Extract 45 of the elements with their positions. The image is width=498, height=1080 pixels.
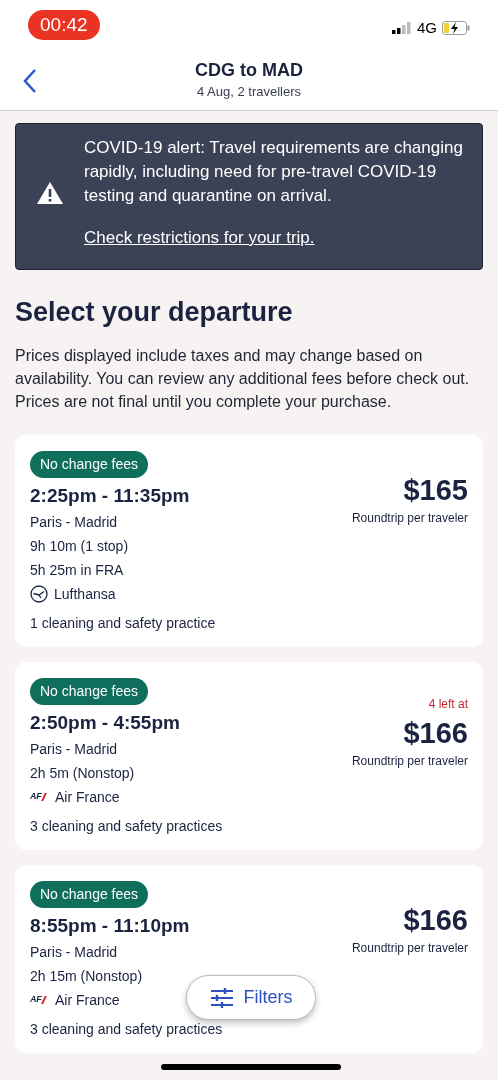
clock-pill: 00:42 [28, 9, 100, 41]
price-note: Roundtrip per traveler [351, 509, 468, 527]
header-subtitle: 4 Aug, 2 travellers [196, 83, 302, 102]
airline-logo: AF [30, 790, 49, 804]
safety-practices: 3 cleaning and safety practices [30, 1019, 223, 1039]
battery-charging-icon [442, 21, 470, 35]
flight-duration: 9h 10m (1 stop) [30, 536, 129, 556]
no-change-fees-badge: No change fees [30, 880, 149, 908]
flight-card[interactable]: No change fees 2:50pm - 4:55pm Paris - Madrid 2h 5m (Nonstop) AF Air France 3 cleaning and safety practices 4 left at $166 Roundtrip per traveler [15, 661, 483, 850]
filters-button[interactable]: Filters [186, 975, 316, 1020]
flight-price: $166 [403, 715, 468, 750]
airline-name: Air France [55, 990, 120, 1010]
flight-route: Paris - Madrid [30, 942, 118, 962]
airline-name: Lufthansa [54, 584, 116, 604]
safety-practices: 3 cleaning and safety practices [30, 816, 223, 836]
signal-icon [392, 22, 412, 34]
no-change-fees-badge: No change fees [30, 677, 149, 705]
flight-duration: 2h 5m (Nonstop) [30, 763, 135, 783]
flight-times: 8:55pm - 11:10pm [30, 913, 190, 938]
price-note: Roundtrip per traveler [351, 939, 468, 957]
sliders-icon [209, 987, 234, 1008]
flight-duration: 2h 15m (Nonstop) [30, 966, 143, 986]
flight-card[interactable]: No change fees 2:25pm - 11:35pm Paris - Madrid 9h 10m (1 stop) 5h 25m in FRA Lufthansa 1 cleaning and safety practice $165 Roundtrip per traveler [15, 434, 483, 647]
no-change-fees-badge: No change fees [30, 450, 149, 478]
page-heading: Select your departure [15, 295, 294, 329]
flight-route: Paris - Madrid [30, 512, 118, 532]
back-icon [22, 68, 38, 94]
flight-route: Paris - Madrid [30, 739, 118, 759]
price-note: Roundtrip per traveler [351, 752, 468, 770]
alert-message: COVID-19 alert: Travel requirements are changing rapidly, including need for pre-travel COVID-19 testing and quarantine on arrival. [84, 137, 464, 207]
airline-logo: AF [30, 993, 49, 1007]
flight-times: 2:25pm - 11:35pm [30, 483, 190, 508]
restrictions-link[interactable]: Check restrictions for your trip. [84, 225, 315, 251]
seats-left-label: 4 left at [428, 695, 468, 712]
airline-name: Air France [55, 787, 120, 807]
flight-times: 2:50pm - 4:55pm [30, 710, 180, 735]
layover-info: 5h 25m in FRA [30, 560, 124, 580]
safety-practices: 1 cleaning and safety practice [30, 613, 216, 633]
warning-icon [36, 181, 64, 206]
price-disclaimer: Prices displayed include taxes and may change based on availability. You can review any additional fees before check out. Prices are not final until you complete your purchase. [15, 345, 471, 412]
network-label: 4G [417, 17, 437, 38]
back-button[interactable] [22, 68, 38, 94]
header-title: CDG to MAD [195, 59, 303, 83]
flight-price: $165 [403, 472, 468, 507]
flight-price: $166 [403, 902, 468, 937]
